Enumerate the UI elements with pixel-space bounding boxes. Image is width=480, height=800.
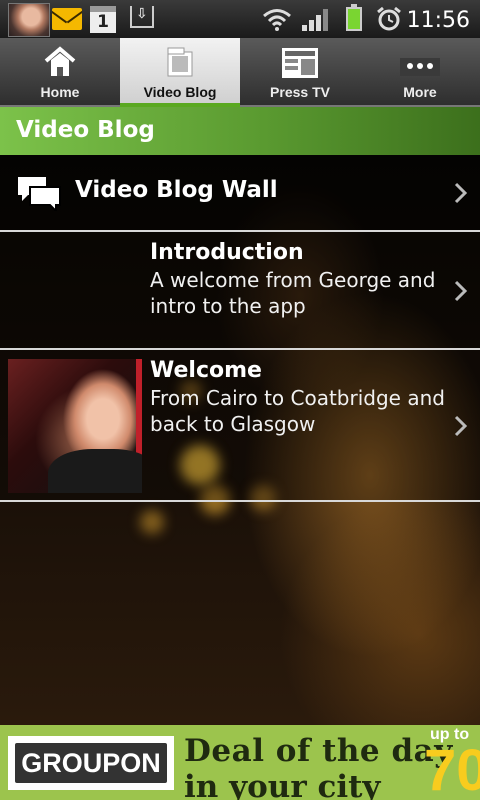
ad-headline: Deal of the day	[184, 733, 453, 769]
tab-home-label: Home	[40, 84, 80, 100]
download-icon: ⇩	[130, 6, 154, 28]
tab-more[interactable]: More	[360, 38, 480, 105]
item-title: Introduction	[150, 240, 304, 265]
email-notification-icon	[52, 8, 82, 30]
groupon-logo-text: GROUPON	[15, 743, 167, 783]
chat-bubbles-icon	[18, 177, 61, 211]
tab-press-tv-label: Press TV	[270, 84, 330, 100]
item-title: Welcome	[150, 358, 262, 383]
alarm-clock-icon	[377, 6, 401, 31]
video-blog-wall-label: Video Blog Wall	[75, 177, 278, 203]
list-item[interactable]: Welcome From Cairo to Coatbridge and bac…	[0, 350, 480, 502]
more-icon	[400, 58, 440, 76]
tab-video-blog-label: Video Blog	[143, 84, 217, 100]
signal-icon	[302, 9, 328, 31]
wifi-icon	[263, 9, 291, 31]
contact-avatar-icon	[8, 3, 50, 37]
battery-icon	[346, 4, 362, 31]
chevron-right-icon	[454, 182, 468, 204]
tab-home[interactable]: Home	[0, 38, 120, 105]
ad-banner[interactable]: GROUPON Deal of the day in your city up …	[0, 725, 480, 800]
groupon-logo: GROUPON	[8, 736, 174, 790]
tab-more-label: More	[403, 84, 437, 100]
list-item[interactable]: Introduction A welcome from George and i…	[0, 232, 480, 350]
film-icon	[167, 47, 193, 77]
item-description-line: back to Glasgow	[150, 412, 316, 436]
item-description-line: A welcome from George and	[150, 268, 436, 292]
chevron-right-icon	[454, 280, 468, 302]
newspaper-icon	[282, 48, 318, 78]
item-description-line: From Cairo to Coatbridge and	[150, 386, 445, 410]
tab-video-blog[interactable]: Video Blog	[120, 38, 240, 107]
item-description: A welcome from George and intro to the a…	[150, 267, 460, 319]
tab-bar: Home Video Blog Press TV More	[0, 38, 480, 107]
video-blog-wall-row[interactable]: Video Blog Wall	[0, 155, 480, 232]
clock-time: 11:56	[406, 8, 470, 33]
tab-press-tv[interactable]: Press TV	[240, 38, 360, 105]
ad-subheadline: in your city	[184, 769, 381, 800]
section-title: Video Blog	[16, 117, 155, 143]
chevron-right-icon	[454, 415, 468, 437]
section-header: Video Blog	[0, 107, 480, 155]
home-icon	[44, 46, 76, 76]
item-description-line: intro to the app	[150, 294, 306, 318]
ad-percent: 70	[424, 738, 480, 800]
video-thumbnail	[8, 359, 142, 493]
status-bar: 1 ⇩ 11:56	[0, 0, 480, 38]
item-description: From Cairo to Coatbridge and back to Gla…	[150, 385, 460, 437]
calendar-icon: 1	[90, 6, 116, 33]
